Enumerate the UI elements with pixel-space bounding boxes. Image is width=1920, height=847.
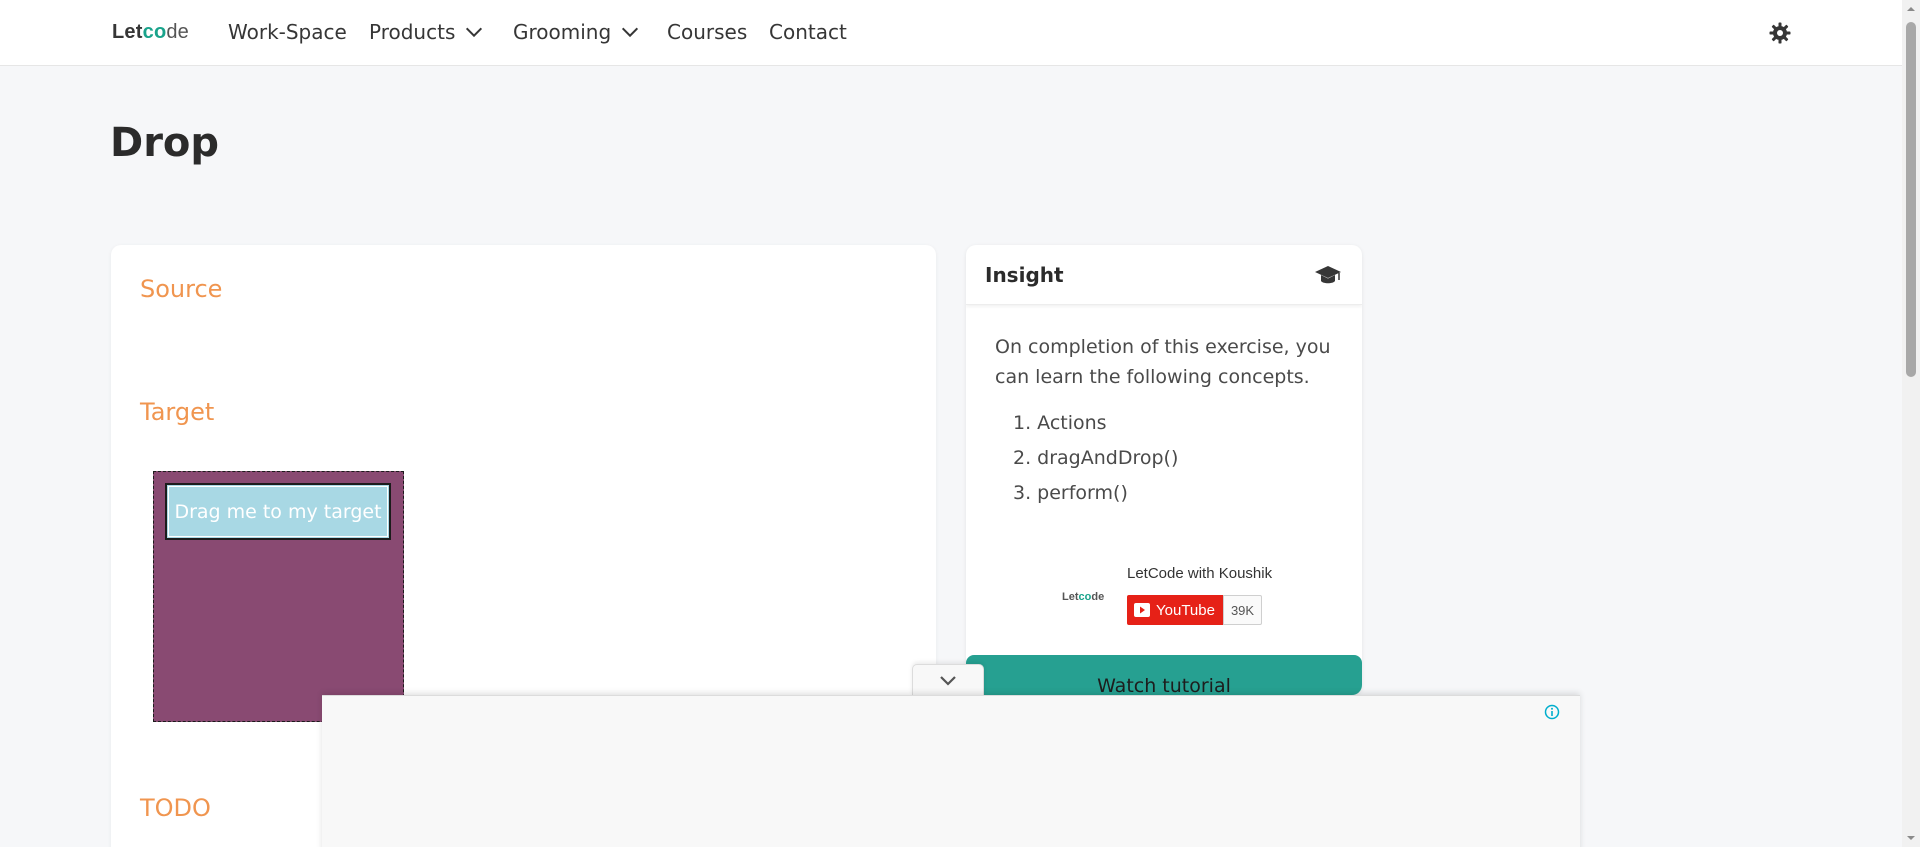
nav-work-space[interactable]: Work-Space [228,20,347,44]
channel-logo-de: de [1091,591,1105,603]
scroll-down-icon[interactable] [1906,833,1916,843]
ad-collapse-button[interactable] [912,664,984,696]
list-item: 1. Actions [1013,412,1107,434]
concepts-list: 1. Actions 2. dragAndDrop() 3. perform() [995,406,1335,511]
nav-contact-label: Contact [769,20,847,44]
top-navbar: Letcode Work-Space Products Grooming Cou… [0,0,1902,66]
nav-courses[interactable]: Courses [667,20,747,44]
insight-description: On completion of this exercise, you can … [995,336,1331,388]
channel-logo: Letcode [1062,591,1104,603]
channel-logo-let: Let [1062,591,1079,603]
nav-work-space-label: Work-Space [228,20,347,44]
subscriber-count: 39K [1222,595,1263,625]
source-label: Source [140,275,223,303]
scroll-up-icon[interactable] [1906,4,1916,14]
target-label: Target [140,398,215,426]
insight-card: Insight On completion of this exercise, … [966,245,1362,695]
logo-text-c: c [142,21,154,43]
insight-title: Insight [985,263,1064,287]
list-item: 2. dragAndDrop() [1013,447,1179,469]
insight-body: On completion of this exercise, you can … [995,332,1335,511]
nav-products-label: Products [369,20,456,44]
todo-label: TODO [140,794,211,822]
logo-text-o: o [153,21,167,43]
page-title: Drop [110,120,220,166]
ad-banner [322,695,1580,847]
info-icon[interactable] [1544,704,1560,720]
chevron-down-icon [940,675,956,686]
site-logo[interactable]: Letcode [112,21,189,44]
draggable-box[interactable]: Drag me to my target [165,483,391,540]
page-scrollbar[interactable] [1902,0,1920,847]
list-item: 3. perform() [1013,482,1128,504]
youtube-button-label: YouTube [1156,601,1215,619]
logo-text-let: Let [112,21,143,43]
insight-header: Insight [966,245,1362,305]
youtube-subscribe-button[interactable]: YouTube 39K [1127,595,1263,625]
gear-icon[interactable] [1768,21,1792,45]
graduation-cap-icon [1315,266,1341,284]
drop-target-box[interactable]: Drag me to my target [153,471,404,722]
chevron-down-icon [466,27,483,38]
scrollbar-thumb[interactable] [1906,22,1916,377]
logo-text-de: de [166,21,190,43]
nav-courses-label: Courses [667,20,748,44]
nav-products[interactable]: Products [369,20,485,44]
youtube-button-main[interactable]: YouTube [1127,595,1223,625]
youtube-play-icon [1134,603,1150,617]
nav-grooming-label: Grooming [513,20,612,44]
nav-contact[interactable]: Contact [769,20,847,44]
nav-grooming[interactable]: Grooming [513,20,641,44]
chevron-down-icon [622,27,639,38]
youtube-subscribe-widget: Letcode LetCode with Koushik YouTube 39K [1062,565,1322,635]
watch-tutorial-button[interactable]: Watch tutorial [966,655,1362,695]
channel-name[interactable]: LetCode with Koushik [1127,565,1272,582]
